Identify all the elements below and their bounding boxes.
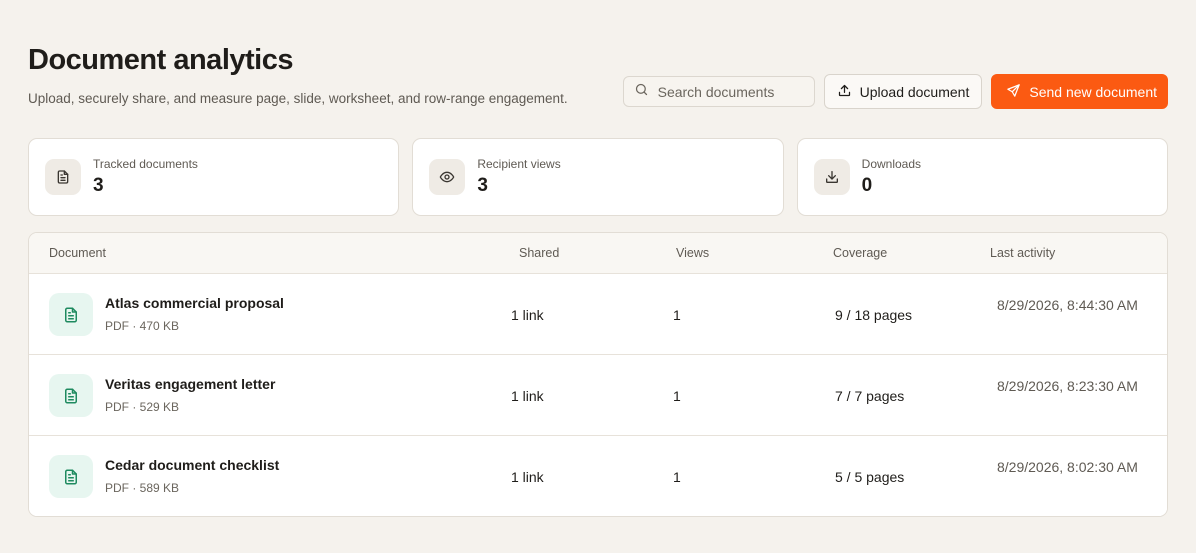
document-analytics-page: Document analytics Upload, securely shar… (0, 0, 1196, 553)
document-name[interactable]: Atlas commercial proposal (105, 295, 284, 311)
documents-table: Document Shared Views Coverage Last acti… (28, 232, 1168, 517)
coverage-cell: 9 / 18 pages (835, 307, 913, 323)
download-icon (813, 159, 850, 195)
upload-icon (837, 83, 852, 101)
shared-cell: 1 link (511, 469, 544, 485)
document-meta: PDF · 589 KB (105, 481, 180, 495)
stats-row: Tracked documents 3 Recipient views 3 Do… (28, 138, 1168, 216)
send-icon (1006, 83, 1021, 101)
stat-label: Recipient views (477, 157, 561, 171)
column-header-last-activity[interactable]: Last activity (990, 246, 1055, 260)
column-header-document[interactable]: Document (49, 246, 106, 260)
views-cell: 1 (673, 388, 681, 404)
file-text-icon (45, 159, 81, 195)
table-row[interactable]: Atlas commercial proposal PDF · 470 KB 1… (29, 274, 1167, 355)
stat-value: 3 (477, 175, 488, 196)
header-actions: Upload document Send new document (622, 74, 1168, 109)
pdf-file-icon (49, 455, 93, 498)
document-name[interactable]: Veritas engagement letter (105, 376, 275, 392)
search-icon (634, 82, 649, 102)
stat-card-tracked-documents: Tracked documents 3 (28, 138, 400, 216)
stat-value: 3 (93, 175, 104, 196)
stat-card-recipient-views: Recipient views 3 (412, 138, 784, 216)
column-header-shared[interactable]: Shared (519, 246, 559, 260)
shared-cell: 1 link (511, 307, 544, 323)
upload-document-label: Upload document (859, 83, 970, 100)
last-activity-cell: 8/29/2026, 8:44:30 AM (997, 297, 1138, 313)
search-box[interactable] (622, 76, 815, 107)
page-header: Document analytics Upload, securely shar… (28, 44, 1168, 114)
stat-card-downloads: Downloads 0 (796, 138, 1168, 216)
coverage-cell: 5 / 5 pages (835, 469, 905, 485)
document-name[interactable]: Cedar document checklist (105, 457, 279, 473)
column-header-coverage[interactable]: Coverage (833, 246, 887, 260)
document-meta: PDF · 529 KB (105, 400, 180, 414)
pdf-file-icon (49, 293, 93, 336)
page-title: Document analytics (28, 44, 293, 76)
shared-cell: 1 link (511, 388, 544, 404)
coverage-cell: 7 / 7 pages (835, 388, 905, 404)
views-cell: 1 (673, 307, 681, 323)
last-activity-cell: 8/29/2026, 8:02:30 AM (997, 459, 1138, 475)
document-meta: PDF · 470 KB (105, 319, 180, 333)
table-header: Document Shared Views Coverage Last acti… (29, 233, 1167, 274)
pdf-file-icon (49, 374, 93, 417)
stat-label: Downloads (861, 157, 922, 171)
page-subtitle: Upload, securely share, and measure page… (28, 91, 568, 106)
table-row[interactable]: Veritas engagement letter PDF · 529 KB 1… (29, 355, 1167, 436)
column-header-views[interactable]: Views (676, 246, 709, 260)
stat-value: 0 (861, 175, 873, 196)
last-activity-cell: 8/29/2026, 8:23:30 AM (997, 378, 1138, 394)
send-new-document-button[interactable]: Send new document (991, 74, 1168, 109)
search-input[interactable] (657, 83, 808, 100)
views-cell: 1 (673, 469, 681, 485)
send-new-document-label: Send new document (1029, 83, 1157, 100)
upload-document-button[interactable]: Upload document (823, 74, 983, 109)
table-row[interactable]: Cedar document checklist PDF · 589 KB 1 … (29, 436, 1167, 516)
eye-icon (429, 159, 466, 195)
stat-label: Tracked documents (93, 157, 198, 171)
